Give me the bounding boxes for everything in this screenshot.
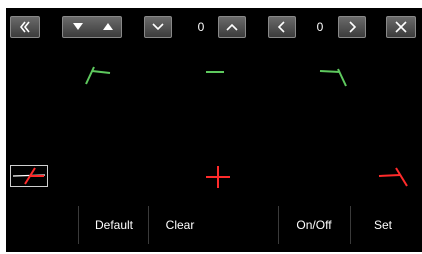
- green-left-corner-marker[interactable]: [84, 62, 114, 88]
- chevron-right-icon: [349, 21, 357, 33]
- triangle-down-icon: [73, 23, 83, 30]
- triangle-up-icon: [103, 23, 113, 30]
- close-button[interactable]: [386, 16, 416, 38]
- triangle-down-up-button-group: [62, 16, 122, 38]
- guide-line-toggle-button[interactable]: [10, 165, 48, 187]
- back-button[interactable]: [10, 16, 40, 38]
- green-center-marker[interactable]: [204, 65, 228, 79]
- onoff-button[interactable]: On/Off: [280, 206, 348, 244]
- chevron-down-button[interactable]: [144, 16, 172, 38]
- double-chevron-left-icon: [19, 21, 30, 33]
- bottom-divider-2: [148, 206, 149, 244]
- triangle-down-button[interactable]: [63, 17, 93, 37]
- clear-button[interactable]: Clear: [150, 206, 210, 244]
- guide-line-icon: [12, 167, 46, 185]
- red-center-cross-marker[interactable]: [204, 164, 232, 190]
- chevron-left-icon: [277, 21, 285, 33]
- camera-guide-panel: 0 0 Default Clear On/Off Set: [6, 8, 422, 252]
- default-button[interactable]: Default: [80, 206, 148, 244]
- bottom-divider-4: [350, 206, 351, 244]
- chevron-left-button[interactable]: [268, 16, 296, 38]
- triangle-up-button[interactable]: [93, 17, 123, 37]
- horizontal-value: 0: [316, 20, 324, 34]
- x-close-icon: [395, 21, 407, 33]
- chevron-down-icon: [152, 23, 164, 31]
- vertical-value: 0: [197, 20, 205, 34]
- chevron-up-icon: [226, 23, 238, 31]
- chevron-right-button[interactable]: [338, 16, 366, 38]
- set-button[interactable]: Set: [352, 206, 414, 244]
- green-right-corner-marker[interactable]: [318, 62, 350, 90]
- red-right-corner-marker[interactable]: [376, 162, 412, 190]
- chevron-up-button[interactable]: [218, 16, 246, 38]
- bottom-divider-1: [78, 206, 79, 244]
- screen: 0 0 Default Clear On/Off Set: [0, 0, 422, 254]
- bottom-divider-3: [278, 206, 279, 244]
